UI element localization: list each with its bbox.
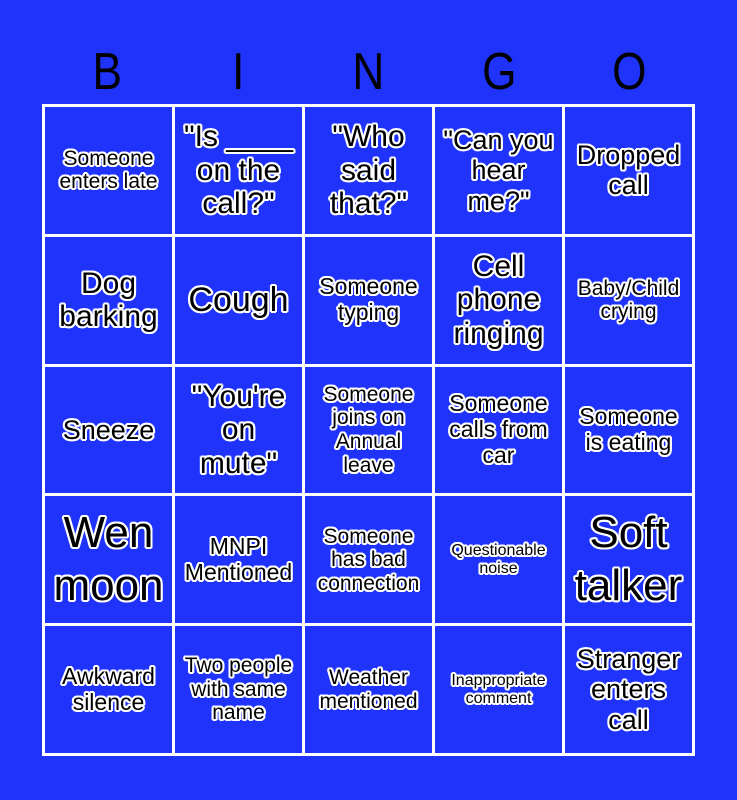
cell-label: "Can you hear me?" — [443, 125, 554, 216]
bingo-cell-r1c4[interactable]: "Can you hear me?" — [435, 107, 562, 234]
cell-label: Soft talker — [574, 507, 683, 610]
bingo-cell-r1c3[interactable]: "Who said that?" — [305, 107, 432, 234]
bingo-cell-r2c3[interactable]: Someone typing — [305, 236, 432, 364]
header-letter-o: O — [612, 43, 647, 101]
bingo-cell-r3c2[interactable]: "You're on mute" — [175, 366, 302, 494]
cell-label: Someone enters late — [59, 146, 158, 194]
bingo-cell-r3c5[interactable]: Someone is eating — [565, 366, 692, 494]
cell-label: Baby/Child crying — [577, 276, 680, 324]
bingo-cell-r2c4[interactable]: Cell phone ringing — [435, 236, 562, 364]
cell-label: Cell phone ringing — [453, 249, 544, 350]
cell-label: Stranger enters call — [576, 644, 681, 735]
bingo-cell-r2c2[interactable]: Cough — [175, 236, 302, 364]
cell-label: "Is ____ on the call?" — [183, 120, 294, 221]
header-letter-i: I — [231, 43, 245, 101]
cell-label: Awkward silence — [62, 662, 155, 715]
bingo-cell-r1c2[interactable]: "Is ____ on the call?" — [175, 107, 302, 234]
header-letter-g: G — [481, 43, 517, 101]
cell-label: Two people with same name — [184, 654, 293, 725]
cell-label: Someone has bad connection — [317, 524, 420, 595]
cell-label: MNPI Mentioned — [184, 533, 293, 585]
bingo-cell-r5c3[interactable]: Weather mentioned — [305, 626, 432, 753]
cell-label: Someone joins on Annual leave — [323, 382, 414, 477]
cell-label: Dropped call — [576, 140, 681, 201]
cell-label: Dog barking — [59, 266, 158, 334]
cell-label: Someone calls from car — [449, 390, 548, 468]
bingo-cell-r2c5[interactable]: Baby/Child crying — [565, 236, 692, 364]
cell-label: Wen moon — [53, 507, 164, 610]
bingo-cell-r4c2[interactable]: MNPI Mentioned — [175, 496, 302, 624]
bingo-cell-r4c1[interactable]: Wen moon — [45, 496, 172, 624]
bingo-cell-r4c4[interactable]: Questionable noise — [435, 496, 562, 624]
bingo-header: B I N G O — [42, 40, 695, 104]
header-letter-b: B — [92, 43, 123, 101]
bingo-cell-r4c3[interactable]: Someone has bad connection — [305, 496, 432, 624]
cell-label: Someone typing — [319, 273, 418, 326]
bingo-cell-r1c1[interactable]: Someone enters late — [45, 107, 172, 234]
bingo-cell-r1c5[interactable]: Dropped call — [565, 107, 692, 234]
bingo-cell-r3c1[interactable]: Sneeze — [45, 366, 172, 494]
bingo-cell-r3c4[interactable]: Someone calls from car — [435, 366, 562, 494]
bingo-board: Someone enters late "Is ____ on the call… — [42, 104, 695, 756]
bingo-cell-r3c3[interactable]: Someone joins on Annual leave — [305, 366, 432, 494]
cell-label: Cough — [188, 281, 289, 320]
cell-label: Weather mentioned — [319, 666, 418, 713]
bingo-cell-r5c1[interactable]: Awkward silence — [45, 626, 172, 753]
cell-label: "Who said that?" — [329, 120, 408, 221]
bingo-cell-r2c1[interactable]: Dog barking — [45, 236, 172, 364]
bingo-cell-r5c5[interactable]: Stranger enters call — [565, 626, 692, 753]
cell-label: Questionable noise — [451, 541, 546, 577]
header-letter-n: N — [352, 43, 385, 101]
bingo-cell-r5c2[interactable]: Two people with same name — [175, 626, 302, 753]
bingo-cell-r5c4[interactable]: Inappropriate comment — [435, 626, 562, 753]
cell-label: Sneeze — [62, 414, 155, 445]
cell-label: "You're on mute" — [191, 379, 286, 480]
bingo-cell-r4c5[interactable]: Soft talker — [565, 496, 692, 624]
cell-label: Someone is eating — [579, 403, 678, 455]
cell-label: Inappropriate comment — [451, 671, 546, 707]
